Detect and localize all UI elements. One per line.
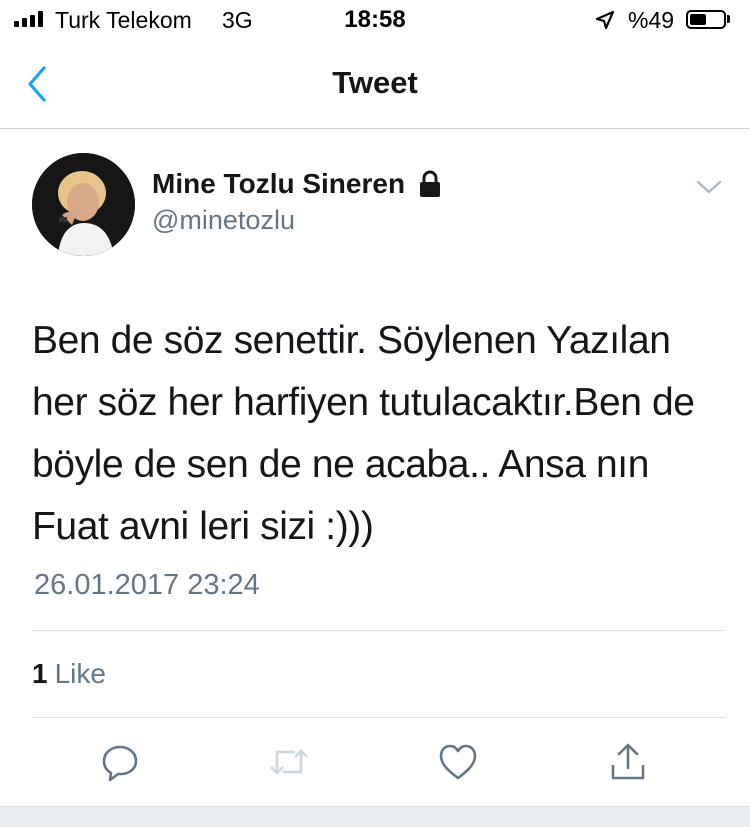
battery-percent: %49 <box>628 7 675 33</box>
nav-bar: Tweet <box>0 40 750 129</box>
tweet-timestamp: 26.01.2017 23:24 <box>34 569 260 601</box>
heart-icon <box>439 744 477 780</box>
tweet-text: Ben de söz senettir. Söylenen Yazılan he… <box>32 319 695 548</box>
divider <box>32 717 725 718</box>
divider <box>32 630 725 631</box>
page-title: Tweet <box>332 65 418 100</box>
lock-icon <box>420 170 441 197</box>
retweet-button[interactable] <box>265 738 313 786</box>
share-button[interactable] <box>604 738 652 786</box>
likes-count-row[interactable]: 1 Like <box>32 658 106 690</box>
author-username[interactable]: @minetozlu <box>152 205 295 236</box>
battery-cap <box>727 15 730 23</box>
avatar-photo <box>32 153 135 256</box>
author-name-text: Mine Tozlu Sineren <box>152 168 406 199</box>
chevron-down-icon[interactable] <box>695 178 723 196</box>
like-button[interactable] <box>434 738 482 786</box>
location-arrow-icon <box>595 10 615 30</box>
bottom-edge <box>0 806 750 827</box>
retweet-icon <box>270 749 308 775</box>
battery-icon <box>686 10 726 29</box>
battery-fill <box>690 14 706 25</box>
avatar[interactable] <box>32 153 135 256</box>
author-display-name[interactable]: Mine Tozlu Sineren <box>152 168 443 200</box>
likes-count: 1 <box>32 658 48 689</box>
share-icon <box>611 743 645 780</box>
reply-icon <box>102 745 138 782</box>
reply-button[interactable] <box>96 738 144 786</box>
status-bar: Turk Telekom 3G 18:58 %49 <box>0 0 750 40</box>
likes-label: Like <box>54 658 106 689</box>
